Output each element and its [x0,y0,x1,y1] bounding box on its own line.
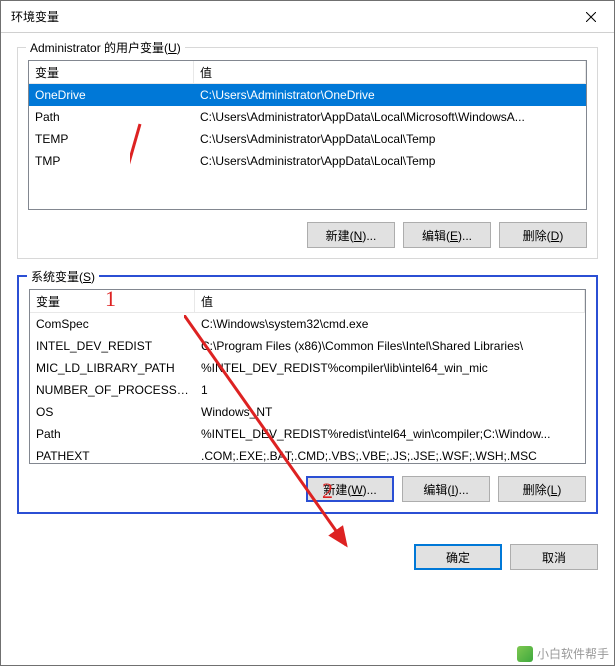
cell-var-value: C:\Users\Administrator\AppData\Local\Tem… [194,130,586,148]
user-vars-label: Administrator 的用户变量(U) [26,39,185,56]
cell-var-value: .COM;.EXE;.BAT;.CMD;.VBS;.VBE;.JS;.JSE;.… [195,447,585,463]
system-vars-label: 系统变量(S) [27,268,99,285]
cell-var-value: C:\Program Files (x86)\Common Files\Inte… [195,337,585,355]
cell-var-value: C:\Users\Administrator\AppData\Local\Tem… [194,152,586,170]
cell-var-name: Path [29,108,194,126]
cell-var-name: OneDrive [29,86,194,104]
system-delete-button[interactable]: 删除(L) [498,476,586,502]
table-row[interactable]: NUMBER_OF_PROCESSORS1 [30,379,585,401]
cell-var-name: NUMBER_OF_PROCESSORS [30,381,195,399]
user-vars-list[interactable]: 变量 值 OneDriveC:\Users\Administrator\OneD… [28,60,587,210]
table-row[interactable]: PATHEXT.COM;.EXE;.BAT;.CMD;.VBS;.VBE;.JS… [30,445,585,463]
system-vars-list[interactable]: 变量 值 ComSpecC:\Windows\system32\cmd.exeI… [29,289,586,464]
table-row[interactable]: TMPC:\Users\Administrator\AppData\Local\… [29,150,586,172]
col-header-value[interactable]: 值 [195,290,585,312]
cell-var-name: Path [30,425,195,443]
cell-var-name: PATHEXT [30,447,195,463]
titlebar-buttons [568,1,614,32]
env-vars-dialog: 环境变量 Administrator 的用户变量(U) 变量 值 OneDriv… [0,0,615,666]
user-delete-button[interactable]: 删除(D) [499,222,587,248]
ok-button[interactable]: 确定 [414,544,502,570]
cell-var-name: INTEL_DEV_REDIST [30,337,195,355]
cell-var-value: %INTEL_DEV_REDIST%redist\intel64_win\com… [195,425,585,443]
window-title: 环境变量 [11,8,59,25]
table-row[interactable]: OSWindows_NT [30,401,585,423]
list-header: 变量 值 [29,61,586,84]
user-vars-buttons: 新建(N)... 编辑(E)... 删除(D) [28,222,587,248]
user-new-button[interactable]: 新建(N)... [307,222,395,248]
cell-var-value: C:\Users\Administrator\OneDrive [194,86,586,104]
user-vars-group: Administrator 的用户变量(U) 变量 值 OneDriveC:\U… [17,47,598,259]
table-row[interactable]: INTEL_DEV_REDISTC:\Program Files (x86)\C… [30,335,585,357]
system-vars-buttons: 新建(W)... 编辑(I)... 删除(L) [29,476,586,502]
dialog-content: Administrator 的用户变量(U) 变量 值 OneDriveC:\U… [1,33,614,544]
table-row[interactable]: ComSpecC:\Windows\system32\cmd.exe [30,313,585,335]
table-row[interactable]: PathC:\Users\Administrator\AppData\Local… [29,106,586,128]
table-row[interactable]: TEMPC:\Users\Administrator\AppData\Local… [29,128,586,150]
system-vars-group: 系统变量(S) 变量 值 ComSpecC:\Windows\system32\… [17,275,598,514]
close-button[interactable] [568,1,614,32]
cell-var-value: C:\Windows\system32\cmd.exe [195,315,585,333]
system-new-button[interactable]: 新建(W)... [306,476,394,502]
list-header: 变量 值 [30,290,585,313]
cancel-button[interactable]: 取消 [510,544,598,570]
cell-var-name: ComSpec [30,315,195,333]
table-row[interactable]: OneDriveC:\Users\Administrator\OneDrive [29,84,586,106]
cell-var-value: C:\Users\Administrator\AppData\Local\Mic… [194,108,586,126]
cell-var-value: 1 [195,381,585,399]
close-icon [586,12,596,22]
system-edit-button[interactable]: 编辑(I)... [402,476,490,502]
list-body: ComSpecC:\Windows\system32\cmd.exeINTEL_… [30,313,585,463]
cell-var-name: OS [30,403,195,421]
cell-var-value: %INTEL_DEV_REDIST%compiler\lib\intel64_w… [195,359,585,377]
list-body: OneDriveC:\Users\Administrator\OneDriveP… [29,84,586,172]
list-scroll[interactable]: OneDriveC:\Users\Administrator\OneDriveP… [29,84,586,209]
list-scroll[interactable]: ComSpecC:\Windows\system32\cmd.exeINTEL_… [30,313,585,463]
cell-var-name: TEMP [29,130,194,148]
col-header-name[interactable]: 变量 [30,290,195,312]
table-row[interactable]: MIC_LD_LIBRARY_PATH%INTEL_DEV_REDIST%com… [30,357,585,379]
user-edit-button[interactable]: 编辑(E)... [403,222,491,248]
cell-var-name: TMP [29,152,194,170]
col-header-name[interactable]: 变量 [29,61,194,83]
cell-var-name: MIC_LD_LIBRARY_PATH [30,359,195,377]
table-row[interactable]: Path%INTEL_DEV_REDIST%redist\intel64_win… [30,423,585,445]
col-header-value[interactable]: 值 [194,61,586,83]
titlebar: 环境变量 [1,1,614,33]
dialog-footer-buttons: 确定 取消 [1,544,614,584]
cell-var-value: Windows_NT [195,403,585,421]
